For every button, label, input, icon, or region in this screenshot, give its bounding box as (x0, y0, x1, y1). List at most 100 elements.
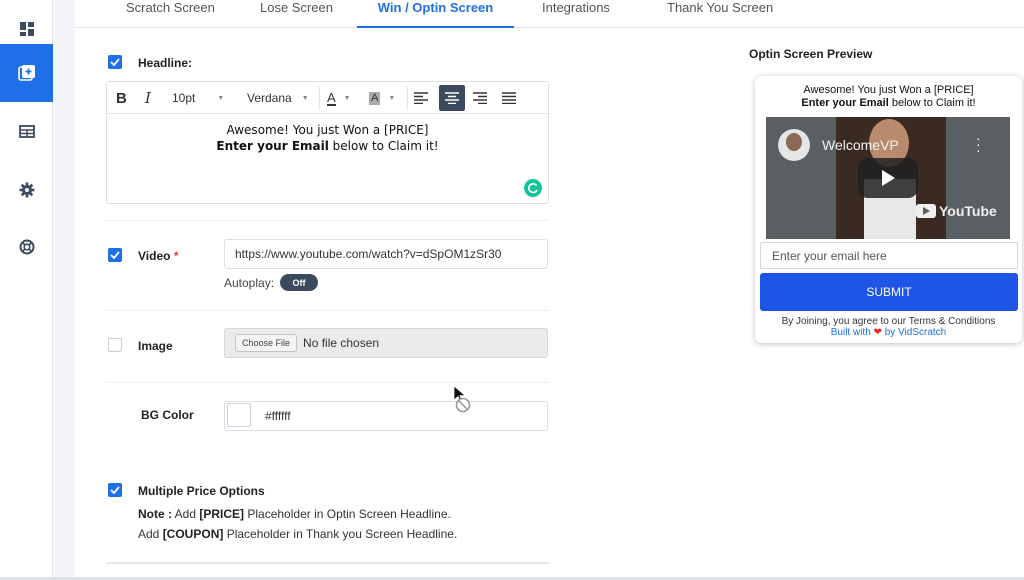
bold-button[interactable]: B (116, 82, 127, 114)
play-button[interactable] (858, 158, 918, 198)
headline-line-2: Enter your Email below to Claim it! (107, 138, 548, 154)
align-left-icon (414, 92, 428, 104)
headline-checkbox[interactable] (108, 55, 122, 69)
chevron-down-icon: ▼ (301, 94, 309, 102)
file-status: No file chosen (303, 336, 380, 350)
video-label: Video * (138, 249, 178, 263)
gear-icon (19, 182, 34, 198)
align-right-button[interactable] (473, 82, 487, 114)
align-justify-button[interactable] (502, 82, 516, 114)
nav-settings[interactable] (0, 161, 53, 219)
preview-headline: Awesome! You just Won a [PRICE] Enter yo… (755, 84, 1022, 110)
lifebuoy-icon (19, 239, 34, 255)
tab-scratch-screen[interactable]: Scratch Screen (126, 0, 215, 28)
font-color-icon: A (327, 89, 336, 106)
align-right-icon (473, 92, 487, 104)
font-size-value: 10pt (172, 91, 196, 105)
preview-email-input[interactable]: Enter your email here (760, 242, 1018, 269)
note-rest-2: Placeholder in Thank you Screen Headline… (223, 527, 458, 541)
dashboard-icon (19, 22, 34, 36)
nav-table[interactable] (0, 102, 53, 160)
font-family-select[interactable]: Verdana ▼ (247, 82, 317, 114)
more-options-icon[interactable]: · · · (976, 131, 981, 157)
built-with-link[interactable]: Built with ❤ by VidScratch (755, 327, 1022, 338)
section-divider (106, 310, 549, 311)
coupon-placeholder: [COUPON] (162, 527, 224, 541)
video-channel-title[interactable]: WelcomeVP (822, 137, 899, 153)
preview-headline-line-2: Enter your Email below to Claim it! (755, 97, 1022, 110)
video-label-text: Video (138, 249, 171, 263)
video-checkbox[interactable] (108, 248, 122, 262)
tab-lose-screen[interactable]: Lose Screen (260, 0, 333, 28)
editor-toolbar: B I 10pt ▼ Verdana ▼ A ▼ A ▼ (107, 82, 548, 114)
align-justify-icon (502, 92, 516, 104)
screen-tabs: Scratch Screen Lose Screen Win / Optin S… (75, 0, 1024, 28)
autoplay-toggle[interactable]: Off (280, 274, 318, 291)
note-prefix: Note : (138, 507, 172, 521)
choose-file-button[interactable]: Choose File (235, 334, 298, 352)
image-checkbox[interactable] (108, 338, 122, 352)
chevron-down-icon: ▼ (388, 94, 396, 102)
nav-add-campaign[interactable] (0, 44, 53, 102)
preview-headline-line-1: Awesome! You just Won a [PRICE] (803, 84, 974, 96)
bg-color-button[interactable]: A ▼ (369, 82, 395, 114)
tab-integrations[interactable]: Integrations (542, 0, 610, 28)
font-family-value: Verdana (247, 91, 292, 105)
video-embed[interactable]: WelcomeVP · · · YouTube (766, 117, 1010, 239)
toolbar-divider (319, 86, 320, 110)
required-mark: * (173, 249, 179, 263)
multiple-price-checkbox[interactable] (108, 483, 122, 497)
channel-avatar[interactable] (778, 129, 810, 161)
section-divider (106, 562, 549, 564)
optin-preview-card: Awesome! You just Won a [PRICE] Enter yo… (755, 76, 1022, 343)
preview-line-2-rest: below to Claim it! (888, 97, 976, 109)
table-icon (18, 124, 35, 138)
headline-editor[interactable]: B I 10pt ▼ Verdana ▼ A ▼ A ▼ Awesome! Yo… (106, 81, 549, 204)
note-add-2: Add (138, 527, 163, 541)
italic-button[interactable]: I (145, 82, 151, 114)
not-allowed-cursor-icon (453, 385, 471, 413)
check-icon (110, 58, 120, 66)
font-color-button[interactable]: A ▼ (327, 82, 351, 114)
headline-emphasis: Enter your Email (216, 139, 329, 153)
section-divider (106, 220, 549, 221)
preview-emphasis: Enter your Email (801, 97, 889, 109)
align-left-button[interactable] (414, 82, 428, 114)
bg-color-label: BG Color (141, 408, 194, 422)
chevron-down-icon: ▼ (343, 94, 351, 102)
built-by-text: by VidScratch (884, 327, 947, 338)
price-note-line-1: Note : Add [PRICE] Placeholder in Optin … (138, 506, 451, 522)
align-center-button[interactable] (439, 85, 465, 111)
add-square-icon (17, 65, 35, 81)
nav-support[interactable] (0, 218, 53, 276)
check-icon (110, 251, 120, 259)
tab-win-optin-screen[interactable]: Win / Optin Screen (357, 0, 514, 28)
align-center-icon (445, 92, 459, 104)
headline-text[interactable]: Awesome! You just Won a [PRICE] Enter yo… (107, 122, 548, 154)
section-divider (106, 382, 549, 383)
heart-icon: ❤ (873, 327, 882, 338)
tab-thank-you-screen[interactable]: Thank You Screen (667, 0, 773, 28)
submit-button[interactable]: SUBMIT (760, 273, 1018, 311)
font-size-select[interactable]: 10pt ▼ (172, 82, 234, 114)
highlight-icon: A (369, 91, 381, 105)
youtube-logo[interactable]: YouTube (916, 203, 997, 219)
bg-color-swatch[interactable] (227, 403, 251, 427)
headline-line-2-rest: below to Claim it! (328, 139, 439, 153)
grammarly-icon[interactable] (524, 179, 542, 197)
note-add: Add (172, 507, 200, 521)
headline-label: Headline: (138, 56, 193, 70)
check-icon (110, 486, 120, 494)
headline-line-1: Awesome! You just Won a [PRICE] (226, 123, 429, 137)
price-note-line-2: Add [COUPON] Placeholder in Thank you Sc… (138, 526, 457, 542)
side-nav (0, 0, 53, 580)
play-icon (882, 170, 895, 186)
terms-text[interactable]: By Joining, you agree to our Terms & Con… (755, 316, 1022, 327)
toolbar-divider (407, 86, 408, 110)
image-file-input[interactable]: Choose File No file chosen (224, 328, 548, 358)
note-rest-1: Placeholder in Optin Screen Headline. (244, 507, 451, 521)
built-with-text: Built with (830, 327, 871, 338)
video-url-input[interactable]: https://www.youtube.com/watch?v=dSpOM1zS… (224, 239, 548, 269)
multiple-price-label: Multiple Price Options (138, 484, 265, 498)
bg-color-input[interactable]: #ffffff (224, 401, 548, 431)
